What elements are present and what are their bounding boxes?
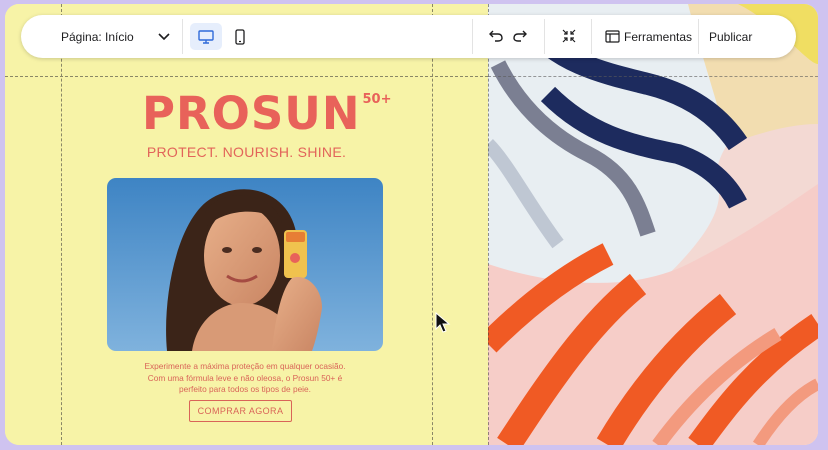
towel-photo: [488, 4, 818, 445]
guide-line: [5, 76, 488, 77]
toolbar-divider: [698, 19, 699, 54]
description-line: perfeito para todos os tipos de peie.: [179, 384, 311, 394]
undo-icon: [489, 30, 503, 42]
brand-name: PROSUN: [142, 87, 361, 140]
publish-button[interactable]: Publicar: [709, 15, 752, 58]
tools-icon: [605, 30, 620, 43]
chevron-down-icon: [158, 33, 170, 41]
landing-left-section[interactable]: PROSUN 50+ PROTECT. NOURISH. SHINE. Expe…: [5, 4, 488, 445]
toolbar-divider: [182, 19, 183, 54]
toolbar-divider: [544, 19, 545, 54]
description-line: Experimente a máxima proteção em qualque…: [144, 361, 346, 371]
hero-photo: [107, 178, 383, 351]
toolbar-divider: [472, 19, 473, 54]
editor-canvas[interactable]: PROSUN 50+ PROTECT. NOURISH. SHINE. Expe…: [5, 4, 818, 445]
editor-toolbar: Página: Início Ferramentas Publicar: [21, 15, 796, 58]
mobile-icon: [235, 28, 245, 45]
redo-button[interactable]: [509, 25, 531, 47]
cursor-icon: [435, 312, 451, 333]
mobile-view-button[interactable]: [230, 23, 250, 50]
section-divider: [488, 4, 489, 445]
fit-screen-icon: [562, 29, 576, 43]
tagline: PROTECT. NOURISH. SHINE.: [146, 144, 347, 160]
redo-icon: [513, 30, 527, 42]
desktop-view-button[interactable]: [190, 23, 222, 50]
towel-image[interactable]: [488, 4, 818, 445]
hero-image[interactable]: [107, 178, 383, 351]
tools-label: Ferramentas: [624, 29, 693, 44]
undo-button[interactable]: [485, 25, 507, 47]
guide-line: [61, 4, 62, 445]
brand-superscript: 50+: [362, 92, 392, 107]
brand-logo: PROSUN 50+: [142, 87, 391, 140]
tools-button[interactable]: Ferramentas: [605, 15, 692, 58]
desktop-icon: [198, 29, 214, 44]
guide-line: [432, 4, 433, 445]
toolbar-divider: [591, 19, 592, 54]
buy-now-button[interactable]: COMPRAR AGORA: [189, 400, 292, 422]
page-selector[interactable]: Página: Início: [61, 15, 196, 58]
guide-line: [488, 76, 818, 77]
page-selector-label: Página: Início: [61, 29, 134, 44]
description-line: Com uma fórmula leve e não oleosa, o Pro…: [147, 372, 343, 383]
hero-description: Experimente a máxima proteção em qualque…: [125, 361, 365, 396]
fit-screen-button[interactable]: [558, 25, 580, 47]
